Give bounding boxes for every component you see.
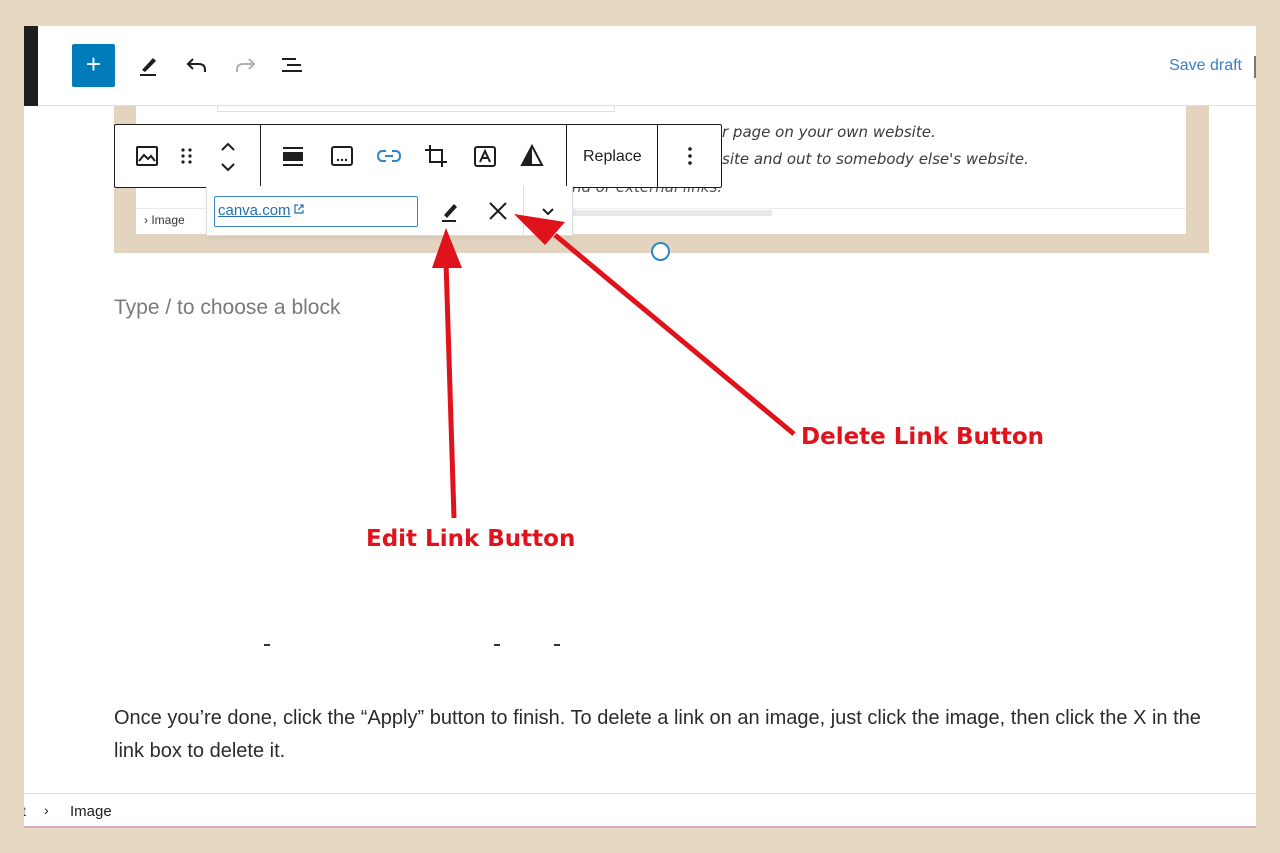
- undo-icon[interactable]: [182, 50, 212, 80]
- image-inner-field: [217, 106, 615, 112]
- toolbar-separator: [566, 125, 567, 187]
- link-url-field[interactable]: canva.com: [214, 196, 418, 227]
- pencil-icon[interactable]: [134, 50, 164, 80]
- image-faint-text: [572, 210, 772, 216]
- duotone-icon[interactable]: [517, 141, 547, 171]
- drag-handle-icon[interactable]: [172, 141, 202, 171]
- chevron-down-icon: [542, 208, 554, 216]
- external-link-icon: [293, 204, 304, 214]
- link-icon[interactable]: [374, 141, 404, 171]
- more-options-icon[interactable]: [675, 141, 705, 171]
- top-toolbar: + Save draft: [38, 26, 1256, 106]
- resize-handle[interactable]: [651, 242, 670, 261]
- move-up-down-icon[interactable]: [213, 137, 243, 177]
- link-popover: canva.com: [206, 186, 573, 236]
- align-icon[interactable]: [278, 141, 308, 171]
- link-url[interactable]: canva.com: [218, 202, 305, 219]
- bottom-border: [24, 826, 1256, 828]
- breadcrumb-start[interactable]: t: [24, 803, 26, 819]
- edit-link-annotation: Edit Link Button: [366, 526, 576, 552]
- list-view-icon[interactable]: [278, 50, 308, 80]
- replace-button[interactable]: Replace: [583, 148, 642, 166]
- breadcrumb-item-image[interactable]: Image: [70, 803, 112, 820]
- block-placeholder[interactable]: Type / to choose a block: [114, 296, 340, 320]
- caption-icon[interactable]: [327, 141, 357, 171]
- redo-icon[interactable]: [230, 50, 260, 80]
- cutoff-text-line: [114, 644, 814, 652]
- breadcrumb-separator: ›: [44, 802, 49, 818]
- pencil-icon: [442, 204, 457, 222]
- block-toolbar: Replace: [114, 124, 722, 188]
- toolbar-separator: [260, 125, 261, 187]
- editor-window: + Save draft r page on your own website.…: [24, 26, 1256, 828]
- text-over-image-icon[interactable]: [470, 141, 500, 171]
- toolbar-separator: [657, 125, 658, 187]
- block-breadcrumb: t › Image: [24, 793, 1256, 826]
- crop-icon[interactable]: [421, 141, 451, 171]
- save-draft-button[interactable]: Save draft: [1169, 57, 1242, 75]
- toolbar-divider: [1254, 56, 1256, 78]
- paragraph-block[interactable]: Once you’re done, click the “Apply” butt…: [114, 702, 1204, 768]
- image-block-icon[interactable]: [132, 141, 162, 171]
- sidebar-edge: [24, 26, 38, 106]
- image-text-line: site and out to somebody else's website.: [722, 150, 1029, 168]
- image-text-line: r page on your own website.: [722, 123, 936, 141]
- delete-link-annotation: Delete Link Button: [801, 424, 1045, 450]
- popover-separator: [523, 186, 524, 236]
- link-settings-toggle[interactable]: [537, 200, 559, 222]
- close-icon: [489, 202, 507, 220]
- delete-link-button[interactable]: [485, 198, 511, 224]
- add-block-button[interactable]: +: [72, 44, 115, 87]
- edit-link-button[interactable]: [437, 198, 463, 224]
- image-inner-breadcrumb: › Image: [144, 213, 185, 227]
